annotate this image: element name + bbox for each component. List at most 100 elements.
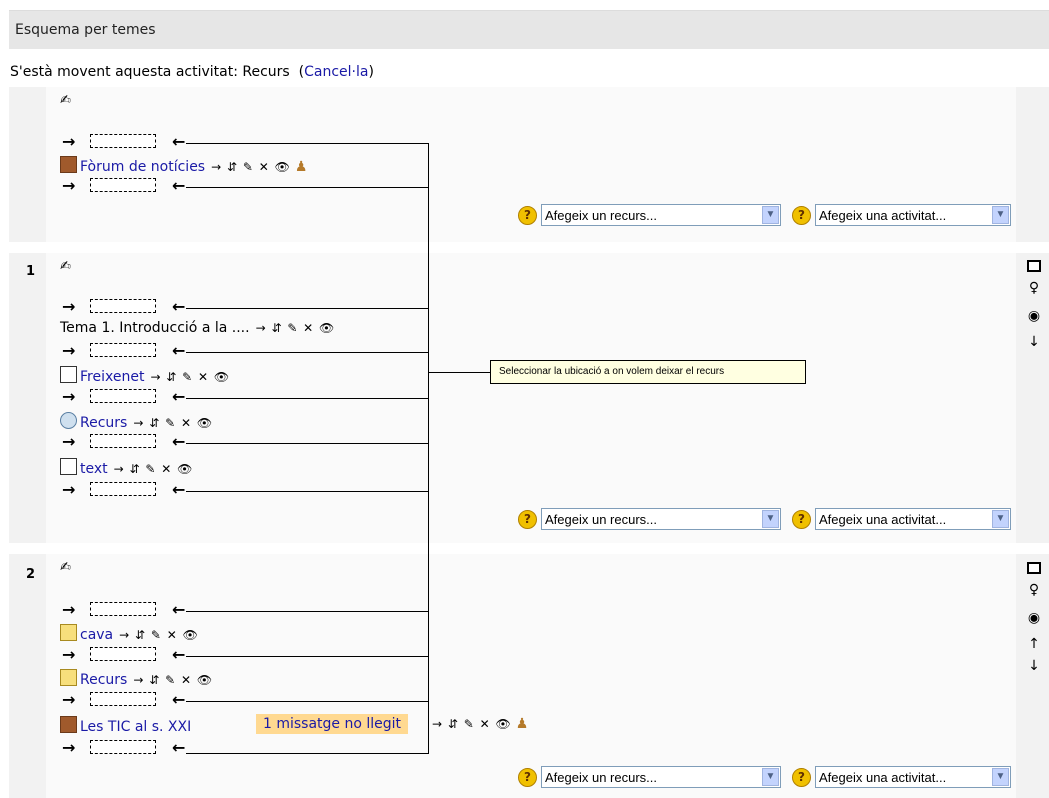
section-number: 2 <box>26 567 36 582</box>
help-icon[interactable]: ? <box>792 767 811 787</box>
cancel-paren-close: ) <box>368 64 374 80</box>
add-resource-control: ? Afegeix un recurs... ▼ <box>518 204 781 226</box>
help-icon[interactable]: ? <box>518 205 537 225</box>
add-activity-select[interactable]: Afegeix una activitat... ▼ <box>815 204 1011 226</box>
add-activity-select[interactable]: Afegeix una activitat... ▼ <box>815 508 1011 530</box>
move-here-target[interactable] <box>90 343 156 357</box>
move-here-target[interactable] <box>90 134 156 148</box>
target-pointer-icon: ← <box>172 297 186 316</box>
select-value: Afegeix una activitat... <box>819 511 947 527</box>
move-here-target[interactable] <box>90 178 156 192</box>
move-here-target[interactable] <box>90 389 156 403</box>
add-activity-select[interactable]: Afegeix una activitat... ▼ <box>815 766 1011 788</box>
activity-tools[interactable]: → ⇵ ✎ ✕ 👁 <box>256 321 336 335</box>
page-title: Esquema per temes <box>15 22 156 38</box>
resource-icon <box>60 412 77 429</box>
activity-resource: Recurs → ⇵ ✎ ✕ 👁 <box>60 412 213 431</box>
lightbulb-icon[interactable]: ♀ <box>1024 280 1044 296</box>
add-resource-control: ? Afegeix un recurs... ▼ <box>518 766 781 788</box>
groups-icon[interactable]: ♟ <box>295 159 308 175</box>
unread-badge[interactable]: 1 missatge no llegit <box>256 714 409 734</box>
add-activity-control: ? Afegeix una activitat... ▼ <box>792 508 1011 530</box>
add-resource-select[interactable]: Afegeix un recurs... ▼ <box>541 204 781 226</box>
select-value: Afegeix una activitat... <box>819 207 947 223</box>
activity-resource: text → ⇵ ✎ ✕ 👁 <box>60 458 193 477</box>
moving-text: S'està movent aquesta activitat: Recurs <box>10 64 290 80</box>
help-icon[interactable]: ? <box>792 205 811 225</box>
move-here-target[interactable] <box>90 602 156 616</box>
activity-tools[interactable]: → ⇵ ✎ ✕ 👁 <box>432 717 512 731</box>
activity-link[interactable]: Fòrum de notícies <box>80 159 205 175</box>
chevron-down-icon[interactable]: ▼ <box>762 510 779 528</box>
move-here-target[interactable] <box>90 692 156 706</box>
chevron-down-icon[interactable]: ▼ <box>992 768 1009 786</box>
move-down-icon[interactable]: ↓ <box>1024 334 1044 350</box>
chevron-down-icon[interactable]: ▼ <box>762 768 779 786</box>
help-icon[interactable]: ? <box>792 509 811 529</box>
cancel-link[interactable]: Cancel·la <box>304 64 368 80</box>
move-here-target[interactable] <box>90 647 156 661</box>
target-pointer-icon: ← <box>172 176 186 195</box>
activity-tools[interactable]: → ⇵ ✎ ✕ 👁 <box>119 628 199 642</box>
activity-link[interactable]: cava <box>80 627 113 643</box>
target-pointer-icon: ← <box>172 432 186 451</box>
edit-summary-icon[interactable]: ✍ <box>60 560 71 575</box>
target-pointer-icon: ← <box>172 645 186 664</box>
callout-connector <box>428 372 490 373</box>
edit-summary-icon[interactable]: ✍ <box>60 259 71 274</box>
activity-link[interactable]: Freixenet <box>80 369 144 385</box>
chevron-down-icon[interactable]: ▼ <box>992 510 1009 528</box>
activity-tools[interactable]: → ⇵ ✎ ✕ 👁 <box>133 673 213 687</box>
course-format-header: Esquema per temes <box>9 10 1049 49</box>
add-resource-select[interactable]: Afegeix un recurs... ▼ <box>541 766 781 788</box>
section-1-controls <box>1016 253 1049 543</box>
help-icon[interactable]: ? <box>518 767 537 787</box>
folder-icon <box>60 669 77 686</box>
activity-forum: Les TIC al s. XXI <box>60 716 191 735</box>
activity-link[interactable]: text <box>80 461 108 477</box>
lightbulb-icon[interactable]: ♀ <box>1024 582 1044 598</box>
activity-link[interactable]: Les TIC al s. XXI <box>80 719 191 735</box>
move-here-target[interactable] <box>90 482 156 496</box>
moving-status: S'està movent aquesta activitat: Recurs … <box>10 64 374 80</box>
help-icon[interactable]: ? <box>518 509 537 529</box>
connector-line <box>186 611 429 612</box>
select-value: Afegeix un recurs... <box>545 769 657 785</box>
activity-tools[interactable]: → ⇵ ✎ ✕ 👁 <box>211 160 291 174</box>
activity-tools[interactable]: → ⇵ ✎ ✕ 👁 <box>150 370 230 384</box>
chevron-down-icon[interactable]: ▼ <box>992 206 1009 224</box>
target-pointer-icon: ← <box>172 132 186 151</box>
instruction-tooltip: Seleccionar la ubicació a on volem deixa… <box>490 360 806 384</box>
move-arrow-icon: → <box>62 341 76 360</box>
move-up-icon[interactable]: ↑ <box>1024 636 1044 652</box>
move-here-target[interactable] <box>90 740 156 754</box>
activity-link[interactable]: Recurs <box>80 415 127 431</box>
target-pointer-icon: ← <box>172 738 186 757</box>
section-0-controls <box>1016 87 1049 242</box>
document-icon <box>60 458 77 475</box>
highlight-toggle-icon[interactable] <box>1024 260 1044 272</box>
activity-tools[interactable]: → ⇵ ✎ ✕ 👁 <box>114 462 194 476</box>
connector-line <box>186 753 429 754</box>
activity-link[interactable]: Recurs <box>80 672 127 688</box>
groups-icon[interactable]: ♟ <box>516 716 529 732</box>
move-arrow-icon: → <box>62 738 76 757</box>
forum-icon <box>60 716 77 733</box>
eye-icon[interactable]: ◉ <box>1024 610 1044 626</box>
connector-line <box>186 443 429 444</box>
activity-tools[interactable]: → ⇵ ✎ ✕ 👁 <box>133 416 213 430</box>
edit-summary-icon[interactable]: ✍ <box>60 93 71 108</box>
connector-line <box>186 352 429 353</box>
chevron-down-icon[interactable]: ▼ <box>762 206 779 224</box>
activity-folder: Recurs → ⇵ ✎ ✕ 👁 <box>60 669 213 688</box>
eye-icon[interactable]: ◉ <box>1024 308 1044 324</box>
add-activity-control: ? Afegeix una activitat... ▼ <box>792 766 1011 788</box>
add-resource-select[interactable]: Afegeix un recurs... ▼ <box>541 508 781 530</box>
move-arrow-icon: → <box>62 480 76 499</box>
move-down-icon[interactable]: ↓ <box>1024 658 1044 674</box>
target-pointer-icon: ← <box>172 341 186 360</box>
move-here-target[interactable] <box>90 299 156 313</box>
highlight-toggle-icon[interactable] <box>1024 562 1044 574</box>
move-here-target[interactable] <box>90 434 156 448</box>
activity-tools-row: → ⇵ ✎ ✕ 👁 ♟ <box>426 716 528 732</box>
